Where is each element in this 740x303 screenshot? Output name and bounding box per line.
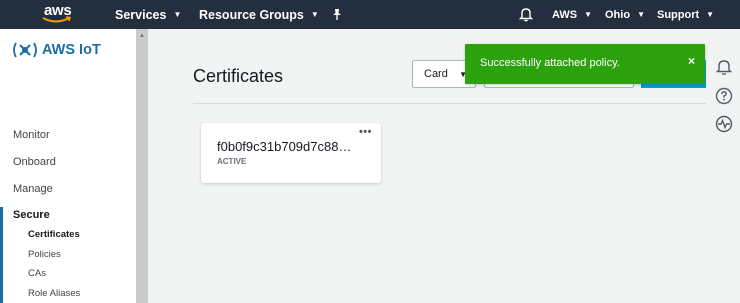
help-button[interactable] [715, 87, 733, 105]
brand-label: AWS IoT [42, 42, 101, 58]
aws-logo[interactable]: aws [38, 2, 78, 26]
account-label: AWS [552, 8, 578, 21]
bell-icon [715, 60, 733, 75]
sidebar-item-cas[interactable]: CAs [28, 268, 46, 279]
activity-button[interactable] [715, 115, 733, 133]
certificate-id[interactable]: f0b0f9c31b709d7c88… [217, 139, 351, 154]
aws-smile-icon [42, 16, 72, 23]
pin-icon [333, 9, 341, 20]
iot-logo-icon [13, 42, 37, 58]
activity-icon [715, 115, 733, 133]
sidebar-item-role-aliases[interactable]: Role Aliases [28, 288, 80, 299]
chevron-down-icon: ▼ [706, 10, 715, 19]
rail-notifications-button[interactable] [715, 58, 733, 76]
view-mode-value: Card [424, 68, 448, 80]
top-nav: aws Services ▼ Resource Groups ▼ AWS ▼ O… [0, 0, 740, 29]
pin-button[interactable] [331, 0, 343, 29]
sidebar-item-monitor[interactable]: Monitor [13, 129, 50, 141]
support-menu[interactable]: Support ▼ [657, 0, 714, 29]
close-icon[interactable]: × [688, 54, 695, 68]
sidebar-item-secure[interactable]: Secure [13, 209, 50, 221]
header-divider [193, 103, 706, 104]
sidebar-scrollbar[interactable]: ▲ [136, 29, 148, 303]
region-label: Ohio [605, 8, 631, 21]
services-label: Services [115, 7, 167, 22]
sidebar-item-certificates[interactable]: Certificates [28, 229, 80, 240]
sidebar-active-indicator [0, 207, 3, 303]
notifications-button[interactable] [519, 0, 533, 29]
toast-message: Successfully attached policy. [480, 57, 620, 69]
bell-icon [519, 8, 533, 22]
chevron-down-icon: ▼ [310, 10, 319, 19]
help-icon [715, 87, 733, 105]
support-label: Support [657, 8, 700, 21]
certificate-card[interactable]: ••• f0b0f9c31b709d7c88… ACTIVE [201, 123, 381, 183]
certificate-status: ACTIVE [217, 157, 247, 166]
success-toast: Successfully attached policy. × [465, 44, 705, 84]
sidebar-item-policies[interactable]: Policies [28, 249, 61, 260]
aws-iot-brand[interactable]: AWS IoT [13, 39, 101, 61]
region-menu[interactable]: Ohio ▼ [605, 0, 645, 29]
chevron-down-icon: ▼ [637, 10, 645, 19]
sidebar-item-manage[interactable]: Manage [13, 183, 53, 195]
account-menu[interactable]: AWS ▼ [552, 0, 592, 29]
scroll-up-icon[interactable]: ▲ [139, 33, 145, 39]
sidebar-item-onboard[interactable]: Onboard [13, 156, 56, 168]
card-menu-button[interactable]: ••• [359, 126, 372, 138]
services-menu[interactable]: Services ▼ [115, 0, 181, 29]
chevron-down-icon: ▼ [584, 10, 592, 19]
page-title: Certificates [193, 66, 284, 86]
resource-groups-label: Resource Groups [199, 7, 304, 22]
chevron-down-icon: ▼ [173, 10, 182, 19]
resource-groups-menu[interactable]: Resource Groups ▼ [199, 0, 319, 29]
